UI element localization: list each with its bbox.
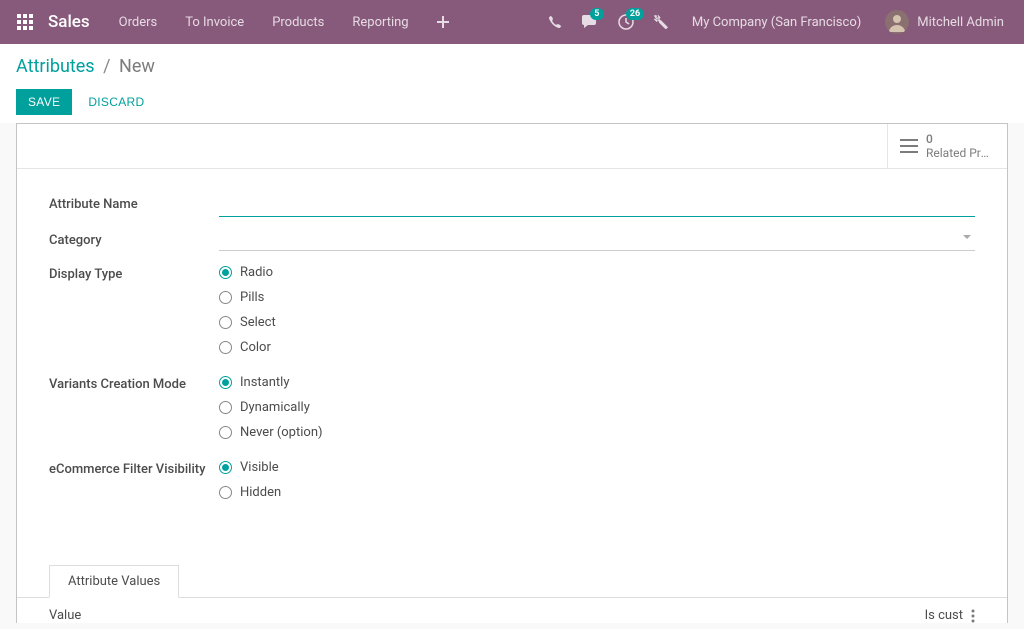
discard-button[interactable]: Discard: [76, 89, 156, 115]
visibility-radio-hidden[interactable]: Hidden: [219, 485, 975, 500]
variants-mode-radio-group: Instantly Dynamically Never (option): [219, 373, 975, 440]
user-menu[interactable]: Mitchell Admin: [875, 10, 1014, 34]
nav-reporting[interactable]: Reporting: [338, 0, 422, 44]
table-header-value: Value: [49, 608, 81, 623]
table-header-right: Is cust: [925, 608, 975, 623]
stat-label: Related Prod...: [926, 146, 995, 160]
radio-icon: [219, 401, 232, 414]
content-area: 0 Related Prod... Attribute Name Categor…: [0, 123, 1024, 623]
category-select[interactable]: [219, 229, 975, 251]
nav-products[interactable]: Products: [258, 0, 338, 44]
nav-new-button[interactable]: [423, 0, 463, 44]
variants-mode-label: Variants Creation Mode: [49, 373, 219, 392]
control-panel: Attributes / New Save Discard: [0, 44, 1024, 123]
apps-grid-icon: [17, 14, 33, 30]
radio-icon: [219, 376, 232, 389]
row-attribute-name: Attribute Name: [49, 193, 975, 217]
messaging-button[interactable]: 5: [572, 0, 608, 44]
nav-to-invoice[interactable]: To Invoice: [171, 0, 258, 44]
visibility-radio-visible[interactable]: Visible: [219, 460, 975, 475]
nav-orders[interactable]: Orders: [105, 0, 172, 44]
tab-content: Value Is cust: [17, 597, 1007, 623]
radio-icon: [219, 291, 232, 304]
radio-icon: [219, 486, 232, 499]
navbar-right: 5 26 My Company (San Francisco) Mitchell…: [538, 0, 1014, 44]
row-category: Category: [49, 229, 975, 251]
visibility-radio-group: Visible Hidden: [219, 458, 975, 500]
chat-badge: 5: [590, 8, 604, 20]
activity-button[interactable]: 26: [608, 0, 644, 44]
user-name: Mitchell Admin: [917, 15, 1004, 30]
variants-radio-dynamically[interactable]: Dynamically: [219, 400, 975, 415]
list-icon: [900, 139, 918, 153]
display-type-radio-color[interactable]: Color: [219, 340, 975, 355]
attribute-name-label: Attribute Name: [49, 193, 219, 212]
radio-icon: [219, 426, 232, 439]
radio-icon: [219, 316, 232, 329]
display-type-radio-radio[interactable]: Radio: [219, 265, 975, 280]
main-navbar: Sales Orders To Invoice Products Reporti…: [0, 0, 1024, 44]
table-header-custom: Is cust: [925, 608, 963, 623]
company-selector[interactable]: My Company (San Francisco): [678, 15, 875, 30]
row-display-type: Display Type Radio Pills Sel: [49, 263, 975, 355]
variants-radio-instantly[interactable]: Instantly: [219, 375, 975, 390]
radio-icon: [219, 461, 232, 474]
stat-row: 0 Related Prod...: [17, 124, 1007, 169]
breadcrumb-current: New: [119, 56, 155, 77]
debug-button[interactable]: [644, 0, 678, 44]
breadcrumb-separator: /: [103, 56, 110, 77]
row-variants-mode: Variants Creation Mode Instantly Dynamic…: [49, 373, 975, 440]
breadcrumb-parent[interactable]: Attributes: [16, 56, 95, 77]
row-visibility: eCommerce Filter Visibility Visible Hidd…: [49, 458, 975, 500]
apps-menu-icon[interactable]: [10, 0, 40, 44]
phone-button[interactable]: [538, 0, 572, 44]
category-label: Category: [49, 229, 219, 248]
visibility-label: eCommerce Filter Visibility: [49, 458, 219, 477]
form-body: Attribute Name Category Display Type: [17, 169, 1007, 536]
wrench-icon: [654, 15, 668, 29]
phone-icon: [548, 15, 562, 29]
variants-radio-never[interactable]: Never (option): [219, 425, 975, 440]
save-button[interactable]: Save: [16, 89, 72, 115]
app-name[interactable]: Sales: [40, 12, 105, 32]
stat-value: 0: [926, 132, 995, 146]
breadcrumb: Attributes / New: [16, 56, 1008, 77]
related-products-button[interactable]: 0 Related Prod...: [887, 124, 1007, 168]
kebab-icon[interactable]: [971, 609, 975, 623]
radio-icon: [219, 341, 232, 354]
chevron-down-icon: [963, 235, 971, 239]
tab-attribute-values[interactable]: Attribute Values: [49, 565, 179, 598]
stat-text: 0 Related Prod...: [926, 132, 995, 160]
form-sheet: 0 Related Prod... Attribute Name Categor…: [16, 123, 1008, 623]
display-type-label: Display Type: [49, 263, 219, 282]
activity-badge: 26: [626, 8, 644, 20]
avatar: [885, 10, 909, 34]
display-type-radio-group: Radio Pills Select Color: [219, 263, 975, 355]
navbar-left: Sales Orders To Invoice Products Reporti…: [10, 0, 463, 44]
display-type-radio-pills[interactable]: Pills: [219, 290, 975, 305]
attribute-name-input[interactable]: [219, 193, 975, 217]
radio-icon: [219, 266, 232, 279]
display-type-radio-select[interactable]: Select: [219, 315, 975, 330]
plus-icon: [437, 16, 449, 28]
tabs: Attribute Values: [17, 564, 1007, 597]
action-buttons: Save Discard: [16, 89, 1008, 115]
